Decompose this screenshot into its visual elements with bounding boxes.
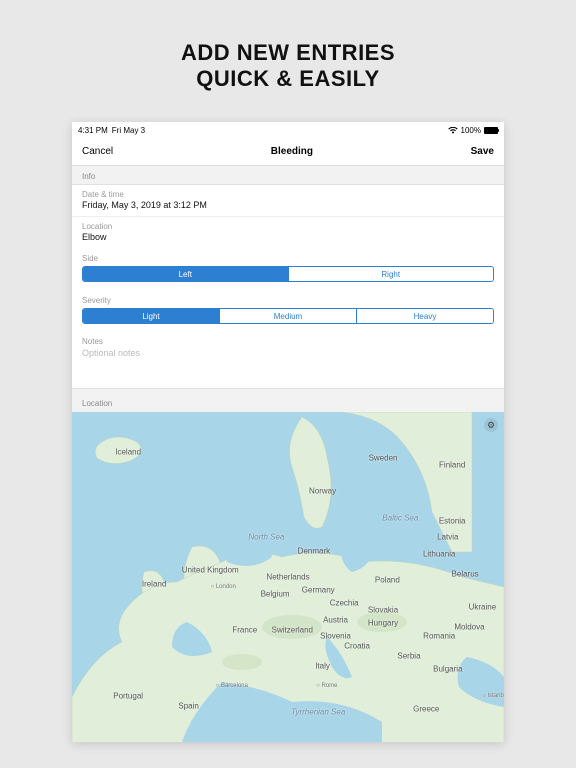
wifi-icon — [448, 127, 458, 134]
info-section-header: Info — [72, 166, 504, 184]
promo-heading: ADD NEW ENTRIES QUICK & EASILY — [181, 40, 395, 92]
datetime-label: Date & time — [82, 190, 494, 199]
severity-option-light[interactable]: Light — [83, 309, 219, 323]
severity-label: Severity — [72, 290, 504, 308]
notes-placeholder: Optional notes — [82, 348, 494, 358]
side-label: Side — [72, 248, 504, 266]
battery-percent: 100% — [461, 126, 481, 135]
datetime-row[interactable]: Date & time Friday, May 3, 2019 at 3:12 … — [72, 185, 504, 216]
device-frame: 4:31 PM Fri May 3 100% Cancel Bleeding S… — [72, 122, 504, 742]
map-view[interactable]: ⚙ IcelandNorwaySwedenFinlandEstoniaLatvi… — [72, 412, 504, 742]
status-date: Fri May 3 — [112, 126, 145, 135]
location-value: Elbow — [82, 232, 494, 242]
severity-segmented: Light Medium Heavy — [82, 308, 494, 324]
save-button[interactable]: Save — [471, 146, 494, 157]
battery-icon — [484, 127, 498, 134]
side-option-right[interactable]: Right — [288, 267, 494, 281]
map-settings-button[interactable]: ⚙ — [484, 418, 498, 432]
side-segmented: Left Right — [82, 266, 494, 282]
status-time: 4:31 PM — [78, 126, 108, 135]
datetime-value: Friday, May 3, 2019 at 3:12 PM — [82, 200, 494, 210]
map-location-header: Location — [72, 389, 504, 412]
cancel-button[interactable]: Cancel — [82, 146, 113, 157]
side-option-left[interactable]: Left — [83, 267, 288, 281]
notes-label: Notes — [82, 337, 494, 346]
page-title: Bleeding — [271, 146, 313, 157]
info-card: Date & time Friday, May 3, 2019 at 3:12 … — [72, 184, 504, 389]
severity-option-medium[interactable]: Medium — [219, 309, 356, 323]
location-label: Location — [82, 222, 494, 231]
gear-icon: ⚙ — [487, 420, 495, 431]
promo-line2: QUICK & EASILY — [181, 66, 395, 92]
nav-bar: Cancel Bleeding Save — [72, 138, 504, 166]
status-bar: 4:31 PM Fri May 3 100% — [72, 122, 504, 138]
notes-row[interactable]: Notes Optional notes — [72, 332, 504, 388]
promo-line1: ADD NEW ENTRIES — [181, 40, 395, 66]
severity-option-heavy[interactable]: Heavy — [356, 309, 493, 323]
location-row[interactable]: Location Elbow — [72, 216, 504, 248]
